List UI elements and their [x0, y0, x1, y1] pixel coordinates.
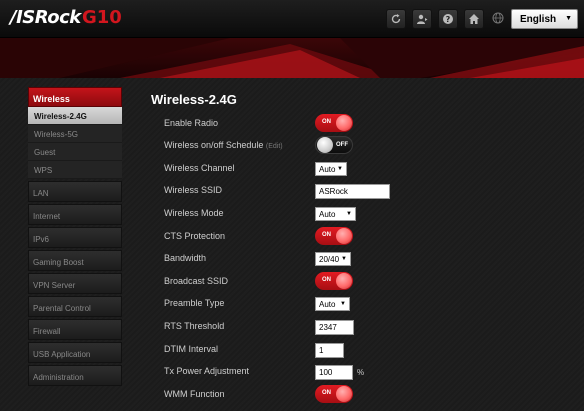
wmm-toggle[interactable]: ON [315, 385, 353, 403]
chevron-down-icon: ▼ [565, 15, 572, 22]
schedule-toggle[interactable]: OFF [315, 136, 353, 154]
preamble-select[interactable]: Auto ▼ [315, 297, 350, 311]
txpower-group: 100 % [315, 362, 375, 382]
enable-radio-label: Enable Radio [164, 118, 219, 128]
toggle-knob [317, 137, 333, 153]
toggle-on-text: ON [322, 232, 331, 238]
txpower-input[interactable]: 100 [315, 365, 353, 380]
bandwidth-select[interactable]: 20/40 ▼ [315, 252, 351, 266]
preamble-label: Preamble Type [164, 298, 225, 308]
schedule-edit-link[interactable]: (Edit) [266, 143, 283, 150]
row-ssid: Wireless SSID ASRock [164, 181, 564, 201]
wmm-label: WMM Function [164, 389, 225, 399]
chevron-down-icon: ▼ [340, 301, 346, 307]
enable-radio-toggle[interactable]: ON [315, 114, 353, 132]
sidebar-item-ipv6[interactable]: IPv6 [28, 227, 122, 248]
row-enable-radio: Enable Radio ON [164, 114, 564, 134]
sidebar-item-administration[interactable]: Administration [28, 365, 122, 386]
bandwidth-value: 20/40 [319, 255, 340, 264]
row-mode: Wireless Mode Auto ▼ [164, 204, 564, 224]
sidebar-item-vpn-server[interactable]: VPN Server [28, 273, 122, 294]
sidebar-item-internet[interactable]: Internet [28, 204, 122, 225]
svg-text:?: ? [446, 15, 451, 24]
row-dtim: DTIM Interval 1 [164, 340, 564, 360]
sidebar-subitem-wireless-5g[interactable]: Wireless-5G [28, 125, 122, 143]
row-cts: CTS Protection ON [164, 227, 564, 247]
toggle-on-text: ON [322, 119, 331, 125]
model-name: G10 [82, 7, 122, 28]
chevron-down-icon: ▼ [346, 211, 352, 217]
row-bandwidth: Bandwidth 20/40 ▼ [164, 249, 564, 269]
dtim-label: DTIM Interval [164, 344, 219, 354]
channel-label: Wireless Channel [164, 163, 235, 173]
sidebar-item-lan[interactable]: LAN [28, 181, 122, 202]
bandwidth-label: Bandwidth [164, 253, 207, 263]
row-wmm: WMM Function ON [164, 385, 564, 405]
row-broadcast-ssid: Broadcast SSID ON [164, 272, 564, 292]
top-header: /ISRock G10 ? English ▼ [0, 0, 584, 38]
sidebar-section-wireless[interactable]: Wireless [28, 87, 122, 107]
mode-label: Wireless Mode [164, 208, 224, 218]
mode-value: Auto [319, 210, 336, 219]
dtim-input[interactable]: 1 [315, 343, 344, 358]
toggle-knob [336, 273, 352, 289]
language-value: English [520, 14, 557, 25]
channel-value: Auto [319, 165, 336, 174]
toggle-knob [336, 228, 352, 244]
txpower-unit: % [357, 368, 365, 377]
toggle-off-text: OFF [336, 142, 348, 148]
chevron-down-icon: ▼ [341, 256, 347, 262]
header-toolbar: ? [386, 9, 484, 29]
mode-select[interactable]: Auto ▼ [315, 207, 356, 221]
brand-logo: /ISRock [10, 7, 81, 28]
broadcast-label: Broadcast SSID [164, 276, 229, 286]
globe-icon [492, 12, 504, 24]
toggle-knob [336, 386, 352, 402]
rts-input[interactable]: 2347 [315, 320, 354, 335]
rts-label: RTS Threshold [164, 321, 225, 331]
sidebar-item-usb-application[interactable]: USB Application [28, 342, 122, 363]
toggle-knob [336, 115, 352, 131]
ssid-label: Wireless SSID [164, 185, 223, 195]
sidebar-item-firewall[interactable]: Firewall [28, 319, 122, 340]
row-rts: RTS Threshold 2347 [164, 317, 564, 337]
toggle-on-text: ON [322, 277, 331, 283]
user-icon[interactable] [412, 9, 432, 29]
schedule-label-text: Wireless on/off Schedule [164, 140, 264, 150]
cts-label: CTS Protection [164, 231, 226, 241]
page-title: Wireless-2.4G [151, 92, 237, 107]
broadcast-ssid-toggle[interactable]: ON [315, 272, 353, 290]
sidebar-item-gaming-boost[interactable]: Gaming Boost [28, 250, 122, 271]
language-select[interactable]: English ▼ [511, 9, 578, 29]
decorative-banner [0, 38, 584, 78]
toggle-on-text: ON [322, 390, 331, 396]
sidebar-subitem-wireless-24g[interactable]: Wireless-2.4G [28, 107, 122, 125]
cts-toggle[interactable]: ON [315, 227, 353, 245]
sidebar-nav: Wireless Wireless-2.4G Wireless-5G Guest… [28, 87, 122, 386]
refresh-icon[interactable] [386, 9, 406, 29]
sidebar-subitem-guest[interactable]: Guest [28, 143, 122, 161]
sidebar-item-parental-control[interactable]: Parental Control [28, 296, 122, 317]
chevron-down-icon: ▼ [337, 166, 343, 172]
ssid-input[interactable]: ASRock [315, 184, 390, 199]
sidebar-subitem-wps[interactable]: WPS [28, 161, 122, 179]
channel-select[interactable]: Auto ▼ [315, 162, 347, 176]
help-icon[interactable]: ? [438, 9, 458, 29]
home-icon[interactable] [464, 9, 484, 29]
schedule-label: Wireless on/off Schedule (Edit) [164, 140, 283, 150]
row-tx-power: Tx Power Adjustment 100 % [164, 362, 564, 382]
preamble-value: Auto [319, 300, 336, 309]
txpower-label: Tx Power Adjustment [164, 366, 250, 376]
row-schedule: Wireless on/off Schedule (Edit) OFF [164, 136, 564, 156]
row-preamble: Preamble Type Auto ▼ [164, 294, 564, 314]
row-channel: Wireless Channel Auto ▼ [164, 159, 564, 179]
banner-graphic [0, 38, 584, 78]
